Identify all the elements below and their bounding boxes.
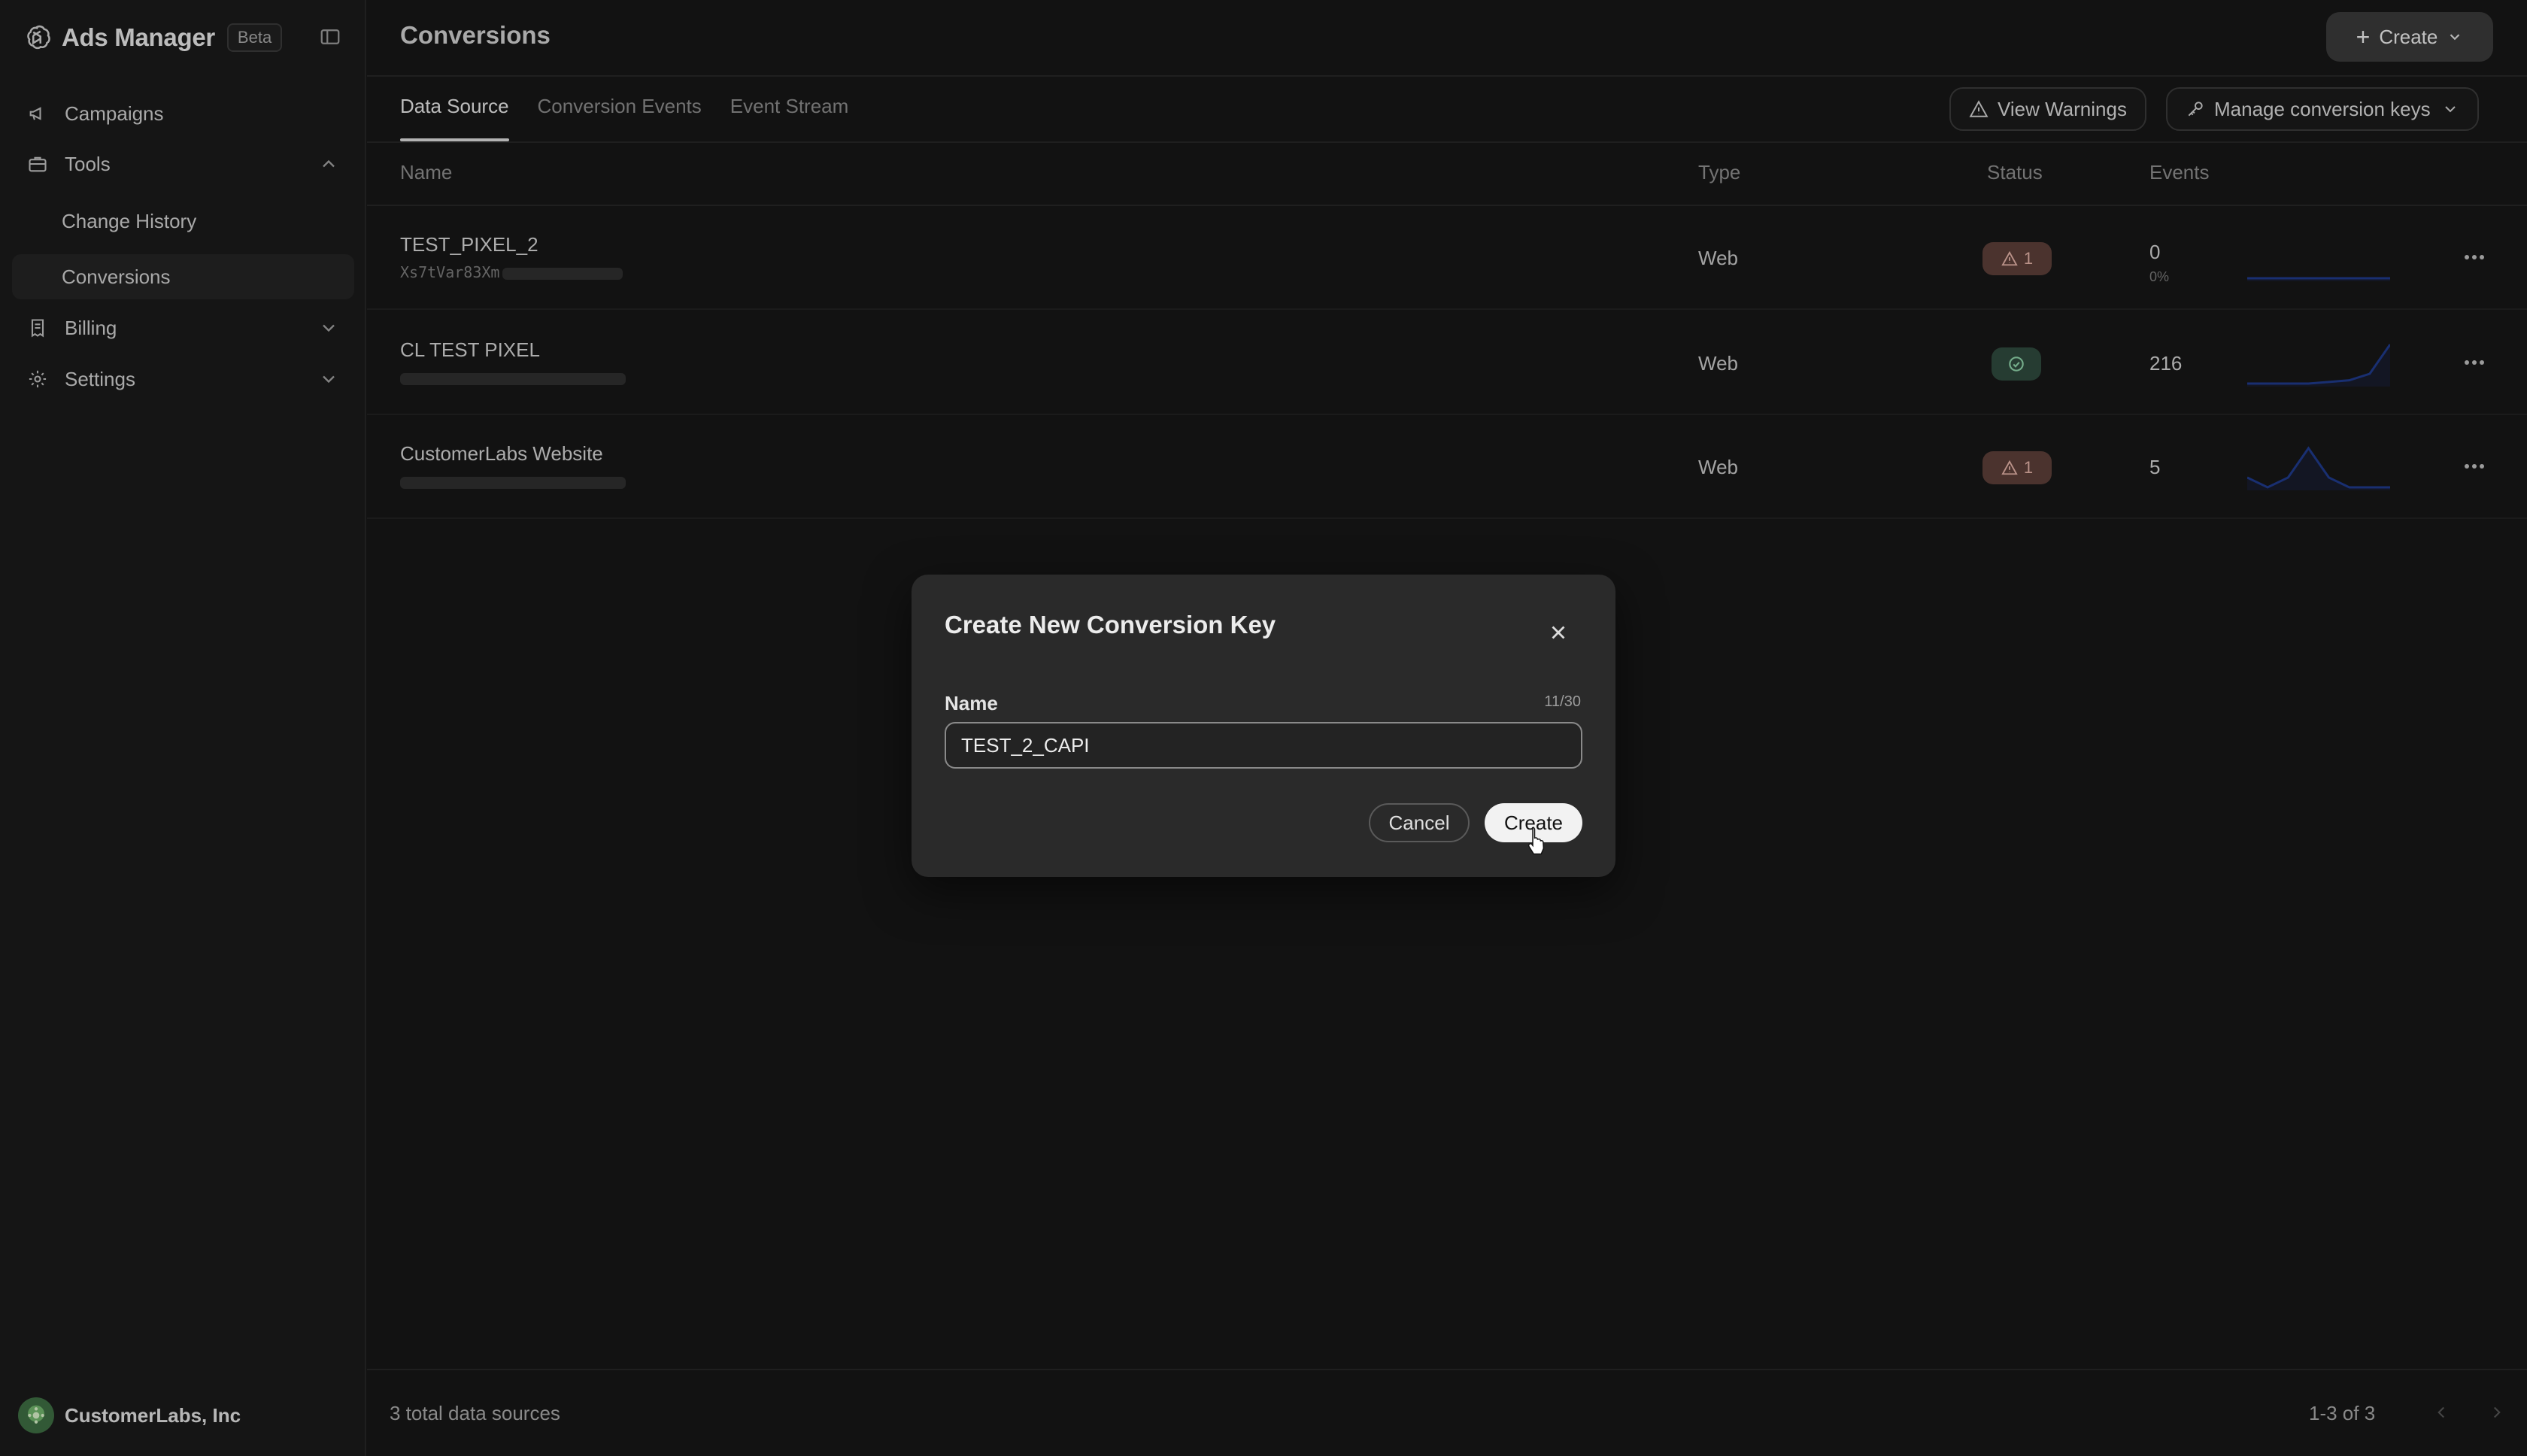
name-input[interactable] xyxy=(945,722,1582,769)
create-conversion-key-dialog: Create New Conversion Key Name 11/30 Can… xyxy=(912,575,1615,877)
cancel-button[interactable]: Cancel xyxy=(1369,803,1470,842)
close-icon[interactable] xyxy=(1547,621,1570,644)
dialog-title: Create New Conversion Key xyxy=(945,611,1276,639)
pointer-cursor-icon xyxy=(1527,827,1545,855)
character-count: 11/30 xyxy=(1544,693,1581,710)
app-root: Ads Manager Beta Campaigns Tools Change … xyxy=(0,0,2527,1456)
name-field-label: Name xyxy=(945,692,998,714)
